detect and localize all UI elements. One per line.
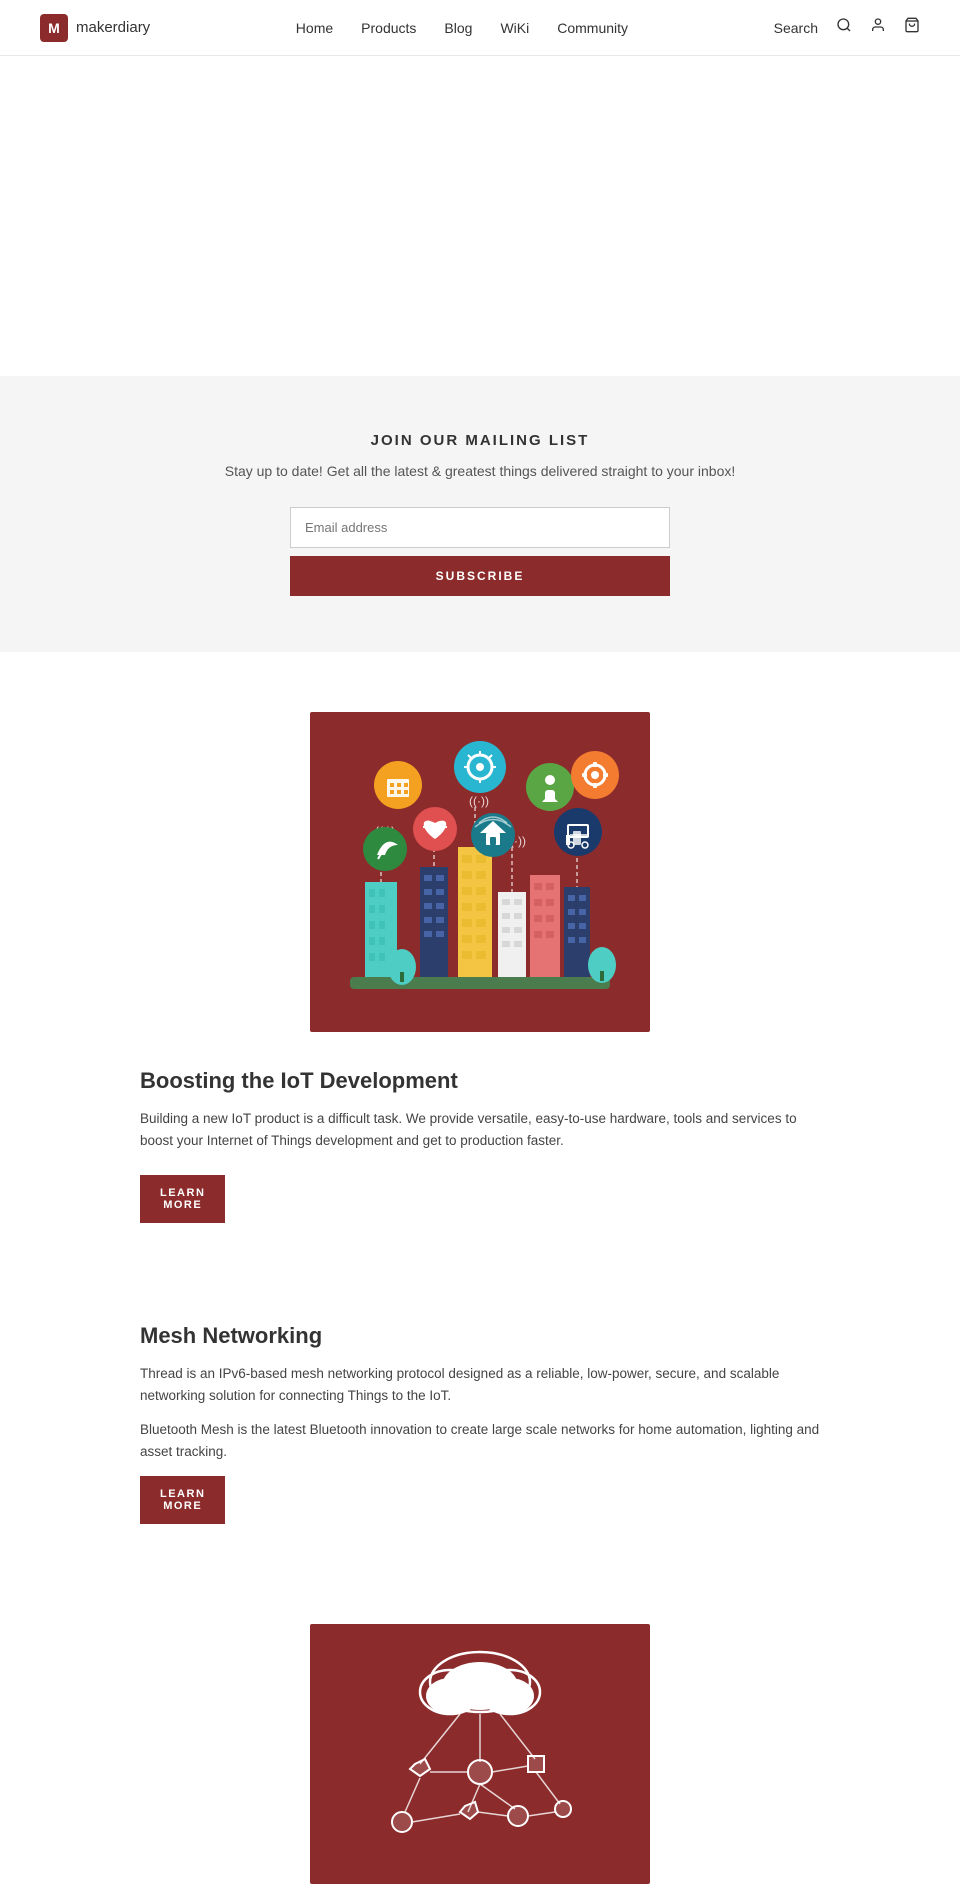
logo-mark: M xyxy=(40,14,68,42)
svg-text:((·)): ((·)) xyxy=(469,794,489,808)
mailing-subtitle: Stay up to date! Get all the latest & gr… xyxy=(20,463,940,479)
nav-home[interactable]: Home xyxy=(296,20,333,36)
iot-section-title: Boosting the IoT Development xyxy=(140,1068,820,1094)
nav-community[interactable]: Community xyxy=(557,20,628,36)
search-label: Search xyxy=(774,20,818,36)
logo-name: makerdiary xyxy=(76,19,150,36)
subscribe-button[interactable]: SUBSCRIBE xyxy=(290,556,670,596)
iot-section-desc: Building a new IoT product is a difficul… xyxy=(140,1108,820,1153)
email-input[interactable] xyxy=(290,507,670,548)
nav-products[interactable]: Products xyxy=(361,20,416,36)
mesh-desc-block: Thread is an IPv6-based mesh networking … xyxy=(140,1363,820,1464)
iot-image: ((·)) ((·)) ((·)) ((·)) ((·)) xyxy=(310,712,650,1032)
header-actions: Search xyxy=(774,17,920,38)
mesh-desc-1: Thread is an IPv6-based mesh networking … xyxy=(140,1363,820,1408)
user-icon[interactable] xyxy=(870,17,886,38)
iot-content-section: ((·)) ((·)) ((·)) ((·)) ((·)) xyxy=(100,652,860,1283)
main-nav: Home Products Blog WiKi Community xyxy=(296,20,628,36)
nav-blog[interactable]: Blog xyxy=(444,20,472,36)
mesh-desc-2: Bluetooth Mesh is the latest Bluetooth i… xyxy=(140,1419,820,1464)
iot-learn-more-button[interactable]: LEARNMORE xyxy=(140,1175,225,1223)
mailing-title: JOIN OUR MAILING LIST xyxy=(20,432,940,449)
cart-icon[interactable] xyxy=(904,17,920,38)
nav-wiki[interactable]: WiKi xyxy=(500,20,529,36)
mesh-section: Mesh Networking Thread is an IPv6-based … xyxy=(100,1283,860,1884)
mesh-image xyxy=(310,1624,650,1884)
mesh-learn-more-button[interactable]: LEARNMORE xyxy=(140,1476,225,1524)
mailing-form: SUBSCRIBE xyxy=(290,507,670,596)
mesh-section-title: Mesh Networking xyxy=(140,1323,820,1349)
mailing-section: JOIN OUR MAILING LIST Stay up to date! G… xyxy=(0,376,960,652)
search-icon[interactable] xyxy=(836,17,852,38)
site-header: M makerdiary Home Products Blog WiKi Com… xyxy=(0,0,960,56)
logo-link[interactable]: M makerdiary xyxy=(40,14,150,42)
hero-section xyxy=(0,56,960,376)
